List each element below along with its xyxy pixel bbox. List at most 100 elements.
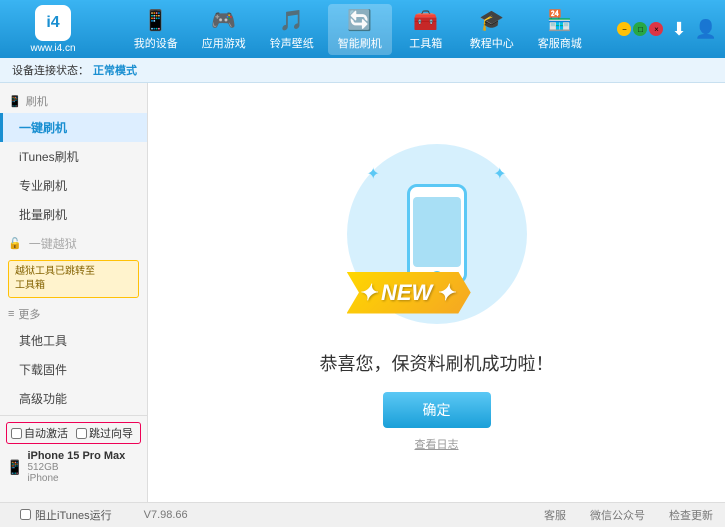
toolbox-label: 工具箱 — [409, 35, 442, 51]
topbar: i4 www.i4.cn 📱 我的设备 🎮 应用游戏 🎵 铃声壁纸 🔄 智能刷机… — [0, 0, 725, 58]
logo-text: i4 — [46, 14, 59, 32]
my-device-label: 我的设备 — [134, 35, 178, 51]
sidebar-item-itunes-flash[interactable]: iTunes刷机 — [0, 142, 147, 171]
success-image: ✦ ✦ ✦ ✦ NEW ✦ — [337, 134, 537, 334]
itunes-flash-label: iTunes刷机 — [19, 150, 79, 164]
nav-toolbox[interactable]: 🧰 工具箱 — [396, 4, 456, 55]
tutorial-icon: 🎓 — [479, 8, 504, 33]
auto-activate-checkbox[interactable] — [11, 428, 22, 439]
app-games-icon: 🎮 — [211, 8, 236, 33]
sidebar-section-jailbreak: 🔓 一键越狱 越狱工具已跳转至工具箱 — [0, 231, 147, 298]
one-key-flash-label: 一键刷机 — [19, 121, 67, 135]
footer-check-update[interactable]: 检查更新 — [669, 507, 713, 523]
device-section: 自动激活 跳过向导 📱 iPhone 15 Pro Max 512GB iPho… — [0, 415, 147, 490]
user-button[interactable]: 👤 — [695, 19, 717, 40]
jailbreak-header-label: 一键越狱 — [26, 235, 77, 252]
download-firmware-label: 下载固件 — [19, 363, 67, 377]
nav-tutorial[interactable]: 🎓 教程中心 — [460, 4, 524, 55]
phone-screen — [413, 197, 461, 267]
nav-service[interactable]: 🏪 客服商城 — [528, 4, 592, 55]
logo-url: www.i4.cn — [30, 43, 75, 54]
sidebar-item-download-firmware[interactable]: 下载固件 — [0, 355, 147, 384]
maximize-button[interactable]: □ — [633, 22, 647, 36]
statusbar-prefix: 设备连接状态： — [12, 62, 89, 78]
sparkle-tr: ✦ — [493, 164, 506, 184]
footer: 阻止iTunes运行 V7.98.66 客服 微信公众号 检查更新 — [0, 502, 725, 526]
device-name: iPhone 15 Pro Max — [27, 450, 125, 462]
sidebar-flash-header: 📱 刷机 — [0, 89, 147, 113]
smart-flash-label: 智能刷机 — [338, 35, 382, 51]
device-info: 📱 iPhone 15 Pro Max 512GB iPhone — [6, 448, 141, 486]
guide-option[interactable]: 跳过向导 — [76, 425, 133, 441]
sparkle-tl: ✦ — [367, 164, 380, 184]
auto-activate-option[interactable]: 自动激活 — [11, 425, 68, 441]
more-header-label: 更多 — [18, 306, 40, 322]
new-star-left: ✦ — [359, 280, 377, 306]
itunes-check-label: 阻止iTunes运行 — [35, 507, 112, 523]
sidebar-section-more: ≡ 更多 其他工具 下载固件 高级功能 — [0, 302, 147, 413]
sidebar-more-header: ≡ 更多 — [0, 302, 147, 326]
service-label: 客服商城 — [538, 35, 582, 51]
ringtone-label: 铃声壁纸 — [270, 35, 314, 51]
nav-app-games[interactable]: 🎮 应用游戏 — [192, 4, 256, 55]
sidebar-item-pro-flash[interactable]: 专业刷机 — [0, 171, 147, 200]
device-phone-icon: 📱 — [6, 459, 23, 476]
itunes-check-option[interactable]: 阻止iTunes运行 — [12, 505, 120, 525]
app-games-label: 应用游戏 — [202, 35, 246, 51]
sidebar-section-flash: 📱 刷机 一键刷机 iTunes刷机 专业刷机 批量刷机 — [0, 89, 147, 229]
success-text: 恭喜您，保资料刷机成功啦！ — [320, 350, 554, 376]
service-icon: 🏪 — [547, 8, 572, 33]
toolbox-icon: 🧰 — [413, 8, 438, 33]
content-area: ✦ ✦ ✦ ✦ NEW ✦ 恭喜您，保资料刷机成功啦！ 确定 查看日志 — [148, 83, 725, 502]
win-controls: − □ × — [617, 22, 663, 36]
new-label: NEW — [381, 280, 432, 306]
device-options-row: 自动激活 跳过向导 — [6, 422, 141, 444]
new-ribbon: ✦ NEW ✦ — [347, 272, 471, 314]
statusbar-mode: 正常模式 — [93, 62, 137, 78]
logo-icon: i4 — [35, 5, 71, 41]
sidebar: 📱 刷机 一键刷机 iTunes刷机 专业刷机 批量刷机 🔓 一键越狱 越狱工 — [0, 83, 148, 502]
device-storage: 512GB — [27, 462, 125, 473]
sidebar-item-advanced[interactable]: 高级功能 — [0, 384, 147, 413]
advanced-label: 高级功能 — [19, 392, 67, 406]
footer-wechat[interactable]: 微信公众号 — [590, 507, 645, 523]
statusbar: 设备连接状态： 正常模式 — [0, 58, 725, 83]
jailbreak-header-icon: 🔓 — [8, 237, 22, 250]
confirm-button[interactable]: 确定 — [383, 392, 491, 428]
batch-flash-label: 批量刷机 — [19, 208, 67, 222]
footer-version: V7.98.66 — [144, 509, 188, 521]
nav-my-device[interactable]: 📱 我的设备 — [124, 4, 188, 55]
nav-ringtone[interactable]: 🎵 铃声壁纸 — [260, 4, 324, 55]
nav-items: 📱 我的设备 🎮 应用游戏 🎵 铃声壁纸 🔄 智能刷机 🧰 工具箱 🎓 教程中心… — [98, 4, 617, 55]
download-button[interactable]: ⬇ — [671, 19, 686, 40]
new-star-right: ✦ — [436, 280, 454, 306]
main-layout: 📱 刷机 一键刷机 iTunes刷机 专业刷机 批量刷机 🔓 一键越狱 越狱工 — [0, 83, 725, 502]
close-button[interactable]: × — [649, 22, 663, 36]
new-ribbon-shape: ✦ NEW ✦ — [347, 272, 471, 314]
itunes-check-checkbox[interactable] — [20, 509, 31, 520]
other-tools-label: 其他工具 — [19, 334, 67, 348]
jailbreak-notice: 越狱工具已跳转至工具箱 — [8, 260, 139, 298]
sidebar-item-other-tools[interactable]: 其他工具 — [0, 326, 147, 355]
my-device-icon: 📱 — [143, 8, 168, 33]
smart-flash-icon: 🔄 — [347, 8, 372, 33]
ringtone-icon: 🎵 — [279, 8, 304, 33]
minimize-button[interactable]: − — [617, 22, 631, 36]
view-log-link[interactable]: 查看日志 — [415, 436, 459, 452]
guide-label: 跳过向导 — [89, 425, 133, 441]
sidebar-jailbreak-header: 🔓 一键越狱 — [0, 231, 147, 256]
flash-header-icon: 📱 — [8, 95, 22, 108]
footer-qq[interactable]: 客服 — [544, 507, 566, 523]
phone-body — [407, 184, 467, 284]
device-name-block: iPhone 15 Pro Max 512GB iPhone — [27, 450, 125, 484]
sidebar-item-one-key-flash[interactable]: 一键刷机 — [0, 113, 147, 142]
auto-activate-label: 自动激活 — [24, 425, 68, 441]
guide-checkbox[interactable] — [76, 428, 87, 439]
logo-area: i4 www.i4.cn — [8, 5, 98, 54]
topbar-right: − □ × ⬇ 👤 — [617, 19, 717, 40]
tutorial-label: 教程中心 — [470, 35, 514, 51]
nav-smart-flash[interactable]: 🔄 智能刷机 — [328, 4, 392, 55]
device-type: iPhone — [27, 473, 125, 484]
sidebar-item-batch-flash[interactable]: 批量刷机 — [0, 200, 147, 229]
pro-flash-label: 专业刷机 — [19, 179, 67, 193]
